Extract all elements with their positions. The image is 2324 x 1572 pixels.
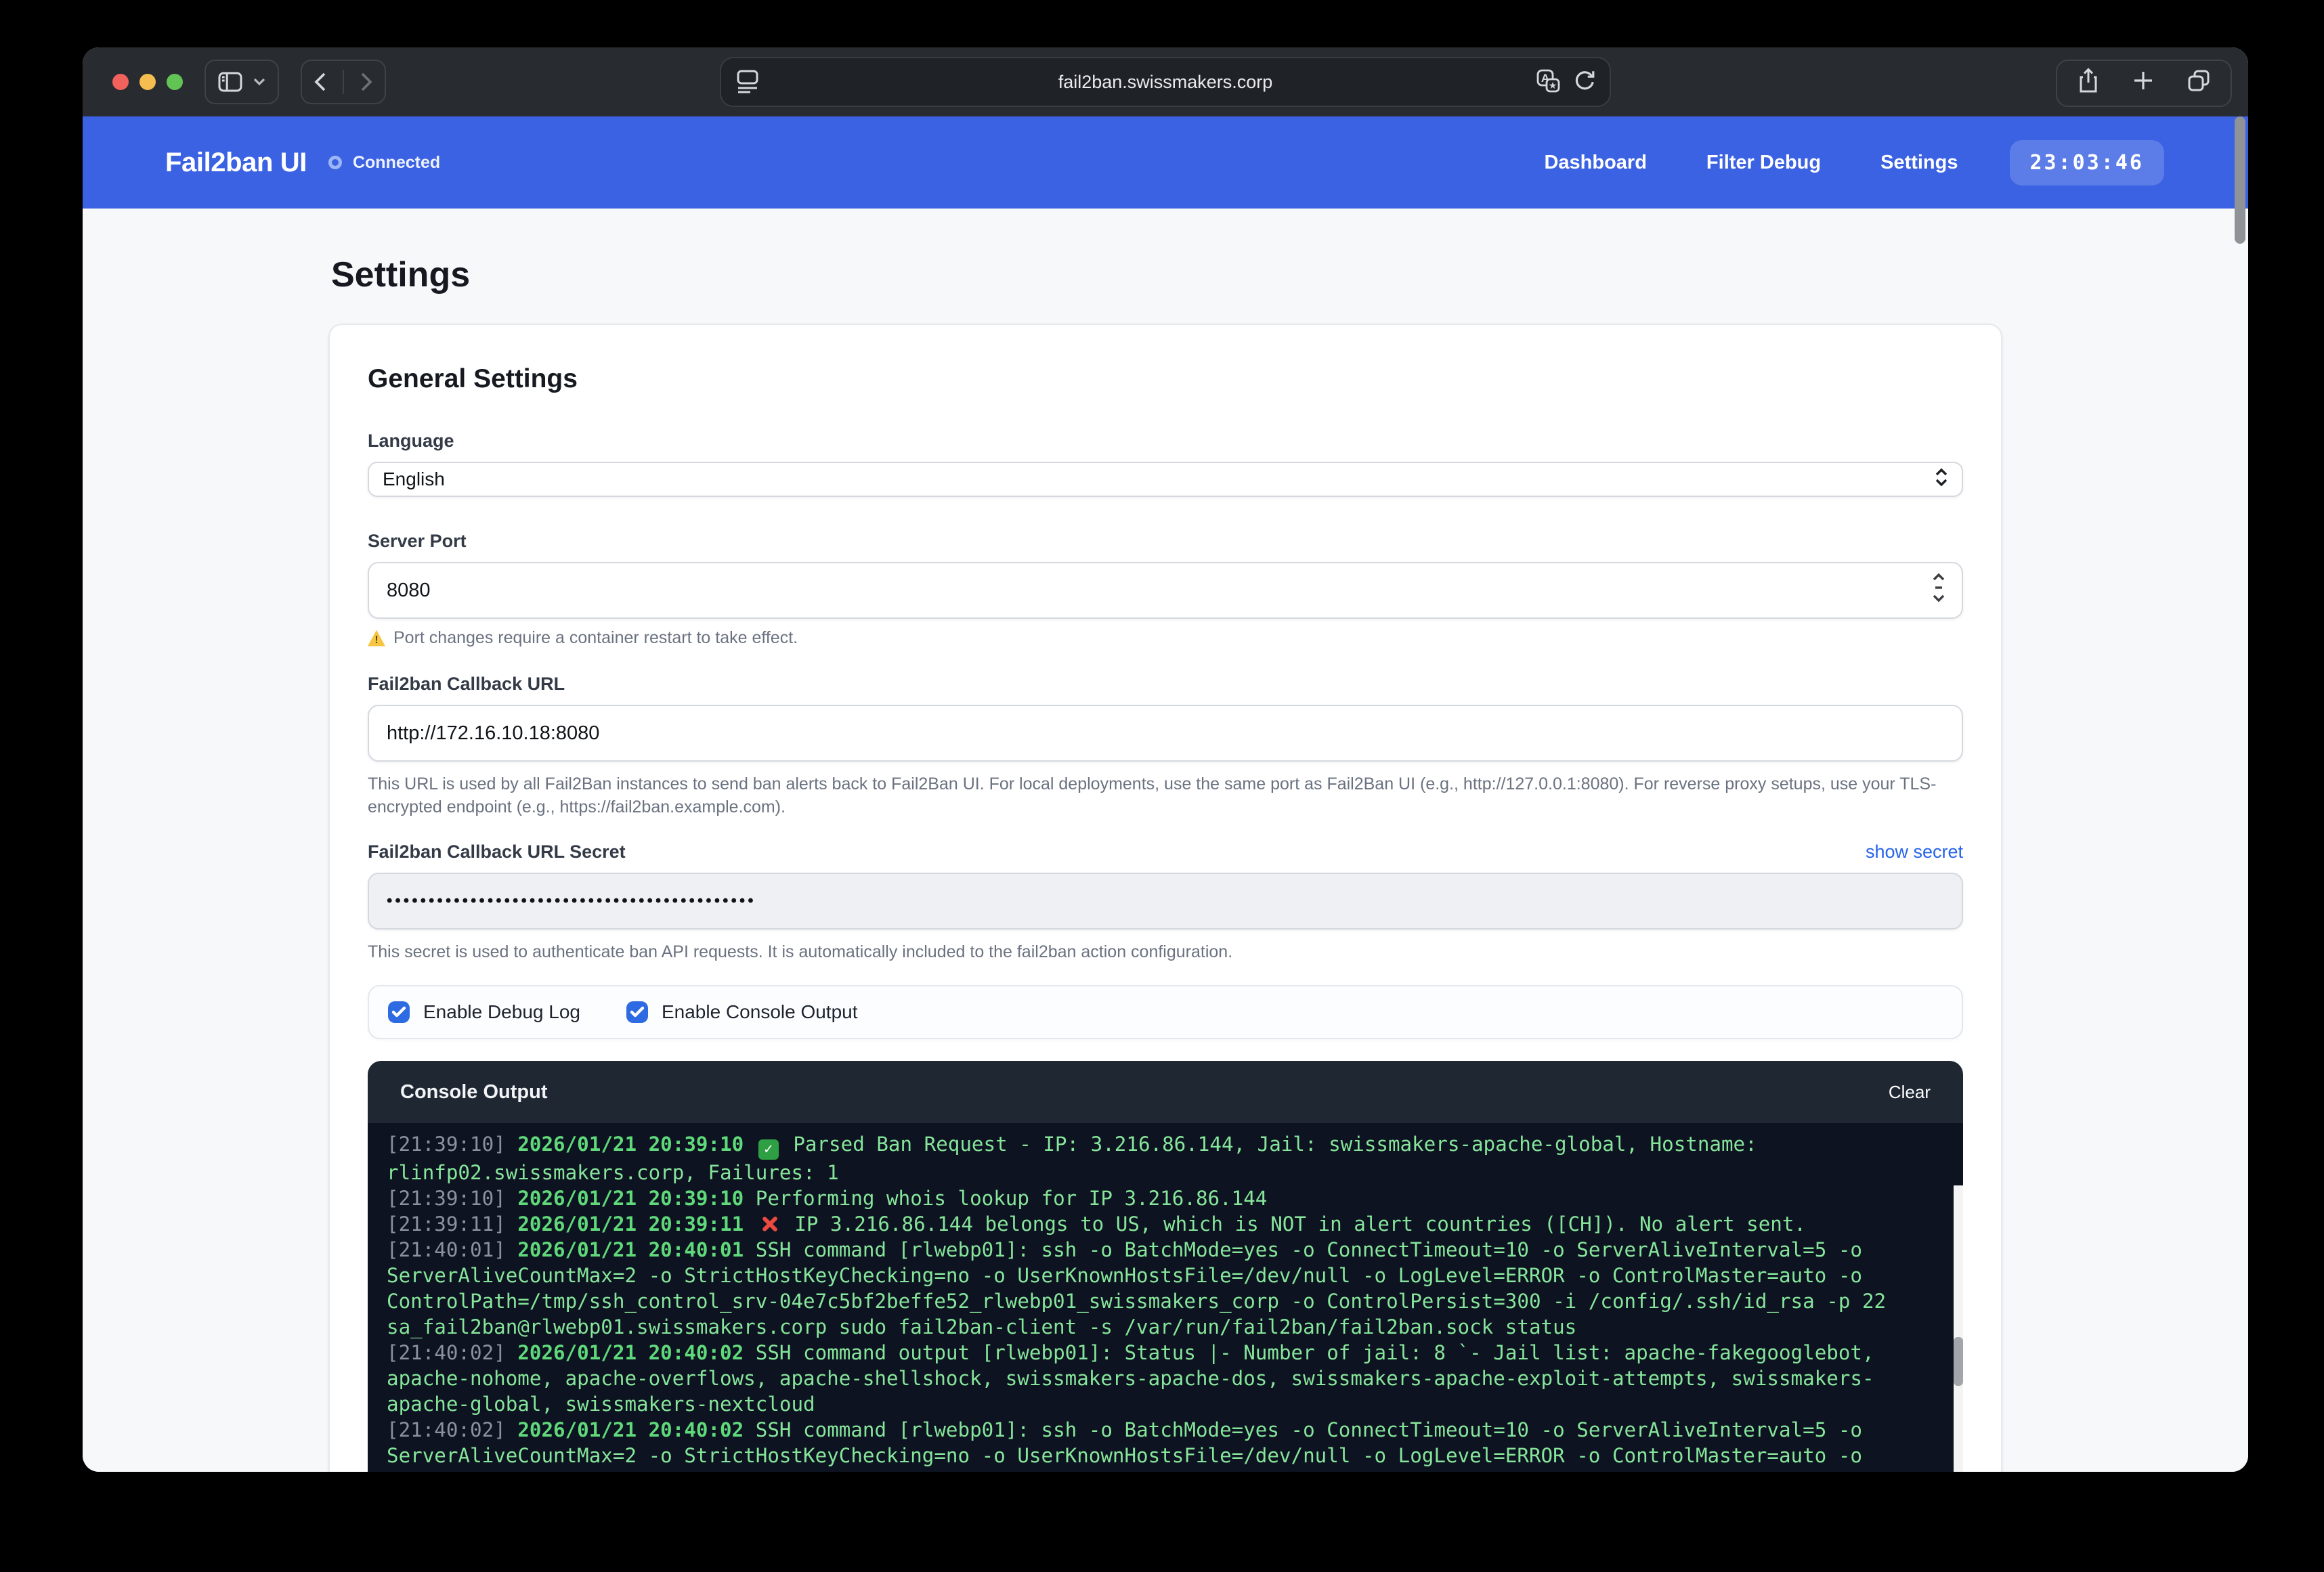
history-nav-group [301, 60, 386, 104]
minimize-window-button[interactable] [139, 74, 156, 90]
callback-url-value: http://172.16.10.18:8080 [387, 722, 599, 745]
settings-card: General Settings Language English Server… [328, 324, 2002, 1472]
number-stepper-icon[interactable] [1931, 570, 1947, 611]
nav-link-dashboard[interactable]: Dashboard [1544, 152, 1646, 174]
app-brand: Fail2ban UI [165, 148, 307, 178]
language-value: English [383, 468, 445, 490]
nav-link-filter-debug[interactable]: Filter Debug [1706, 152, 1821, 174]
browser-titlebar: fail2ban.swissmakers.corp A ★ [83, 47, 2248, 116]
console-title: Console Output [400, 1081, 547, 1104]
console-body: [21:39:10] 2026/01/21 20:39:10 ✓ Parsed … [368, 1123, 1963, 1472]
debug-options-bar: Enable Debug Log Enable Console Output [368, 985, 1963, 1039]
console-log-line: [21:39:10] 2026/01/21 20:39:10 Performin… [387, 1185, 1931, 1211]
browser-window: fail2ban.swissmakers.corp A ★ [83, 47, 2248, 1472]
language-label: Language [368, 429, 1963, 452]
divider [343, 70, 344, 94]
callback-url-label: Fail2ban Callback URL [368, 672, 1963, 695]
console-log-line: [21:40:02] 2026/01/21 20:40:02 SSH comma… [387, 1417, 1931, 1472]
new-tab-icon[interactable] [2133, 70, 2153, 96]
tab-overview-icon[interactable] [2187, 69, 2210, 97]
status-label: Connected [353, 153, 440, 173]
window-controls [112, 74, 183, 90]
callback-secret-input[interactable]: ••••••••••••••••••••••••••••••••••••••••… [368, 873, 1963, 930]
sidebar-icon [218, 72, 242, 92]
back-button[interactable] [314, 72, 326, 91]
page-scrollbar-thumb[interactable] [2235, 116, 2245, 244]
callback-secret-masked: ••••••••••••••••••••••••••••••••••••••••… [387, 892, 756, 911]
page-body: Settings General Settings Language Engli… [83, 209, 2248, 1472]
callback-secret-label: Fail2ban Callback URL Secret [368, 840, 626, 863]
share-icon[interactable] [2078, 68, 2099, 99]
toolbar-right-group [2056, 60, 2232, 107]
url-text: fail2ban.swissmakers.corp [1058, 72, 1273, 93]
server-port-input[interactable]: 8080 [368, 562, 1963, 619]
success-check-icon: ✓ [758, 1139, 779, 1160]
connection-status: Connected [328, 153, 440, 173]
port-warning: ! Port changes require a container resta… [368, 628, 1963, 648]
chevron-down-icon [253, 78, 265, 86]
address-bar[interactable]: fail2ban.swissmakers.corp A ★ [720, 57, 1611, 107]
callback-url-input[interactable]: http://172.16.10.18:8080 [368, 705, 1963, 762]
page-title: Settings [331, 253, 2002, 297]
console-panel: Console Output Clear [21:39:10] 2026/01/… [368, 1061, 1963, 1472]
enable-debug-log-label[interactable]: Enable Debug Log [423, 1001, 580, 1023]
callback-secret-help: This secret is used to authenticate ban … [368, 940, 1963, 963]
console-log-line: [21:39:10] 2026/01/21 20:39:10 ✓ Parsed … [387, 1131, 1931, 1185]
forward-button[interactable] [360, 72, 372, 91]
section-title: General Settings [368, 362, 1963, 397]
nav-links: Dashboard Filter Debug Settings [1544, 152, 1958, 174]
server-port-label: Server Port [368, 529, 1963, 552]
desktop: fail2ban.swissmakers.corp A ★ [0, 0, 2324, 1572]
close-window-button[interactable] [112, 74, 129, 90]
console-log-line: [21:39:11] 2026/01/21 20:39:11 IP 3.216.… [387, 1211, 1931, 1237]
console-clear-button[interactable]: Clear [1889, 1082, 1931, 1103]
enable-console-output-label[interactable]: Enable Console Output [662, 1001, 858, 1023]
page-format-icon[interactable] [736, 69, 759, 98]
enable-console-output-checkbox[interactable] [626, 1001, 648, 1023]
console-log: [21:39:10] 2026/01/21 20:39:10 ✓ Parsed … [387, 1131, 1931, 1472]
translate-icon[interactable]: A ★ [1534, 68, 1561, 100]
status-dot-icon [328, 156, 342, 169]
address-bar-actions: A ★ [1534, 68, 1596, 100]
enable-debug-log-checkbox[interactable] [388, 1001, 410, 1023]
svg-text:★: ★ [1549, 80, 1557, 91]
show-secret-link[interactable]: show secret [1866, 842, 1963, 863]
warning-icon: ! [368, 630, 385, 647]
console-log-line: [21:40:02] 2026/01/21 20:40:02 SSH comma… [387, 1340, 1931, 1417]
console-header: Console Output Clear [368, 1061, 1963, 1123]
nav-link-settings[interactable]: Settings [1880, 152, 1958, 174]
server-port-value: 8080 [387, 580, 431, 602]
console-scrollbar-thumb[interactable] [1954, 1337, 1963, 1386]
port-warning-text: Port changes require a container restart… [393, 628, 798, 648]
select-chevrons-icon [1935, 468, 1948, 492]
console-log-line: [21:40:01] 2026/01/21 20:40:01 SSH comma… [387, 1237, 1931, 1340]
sidebar-toggle-group[interactable] [205, 60, 279, 104]
navbar-clock: 23:03:46 [2010, 140, 2165, 185]
language-select[interactable]: English [368, 462, 1963, 497]
error-cross-icon [760, 1215, 779, 1233]
callback-url-help: This URL is used by all Fail2Ban instanc… [368, 772, 1963, 818]
zoom-window-button[interactable] [167, 74, 183, 90]
app-navbar: Fail2ban UI Connected Dashboard Filter D… [83, 116, 2248, 209]
console-scrollbar-track[interactable] [1954, 1185, 1963, 1472]
reload-icon[interactable] [1573, 69, 1596, 98]
